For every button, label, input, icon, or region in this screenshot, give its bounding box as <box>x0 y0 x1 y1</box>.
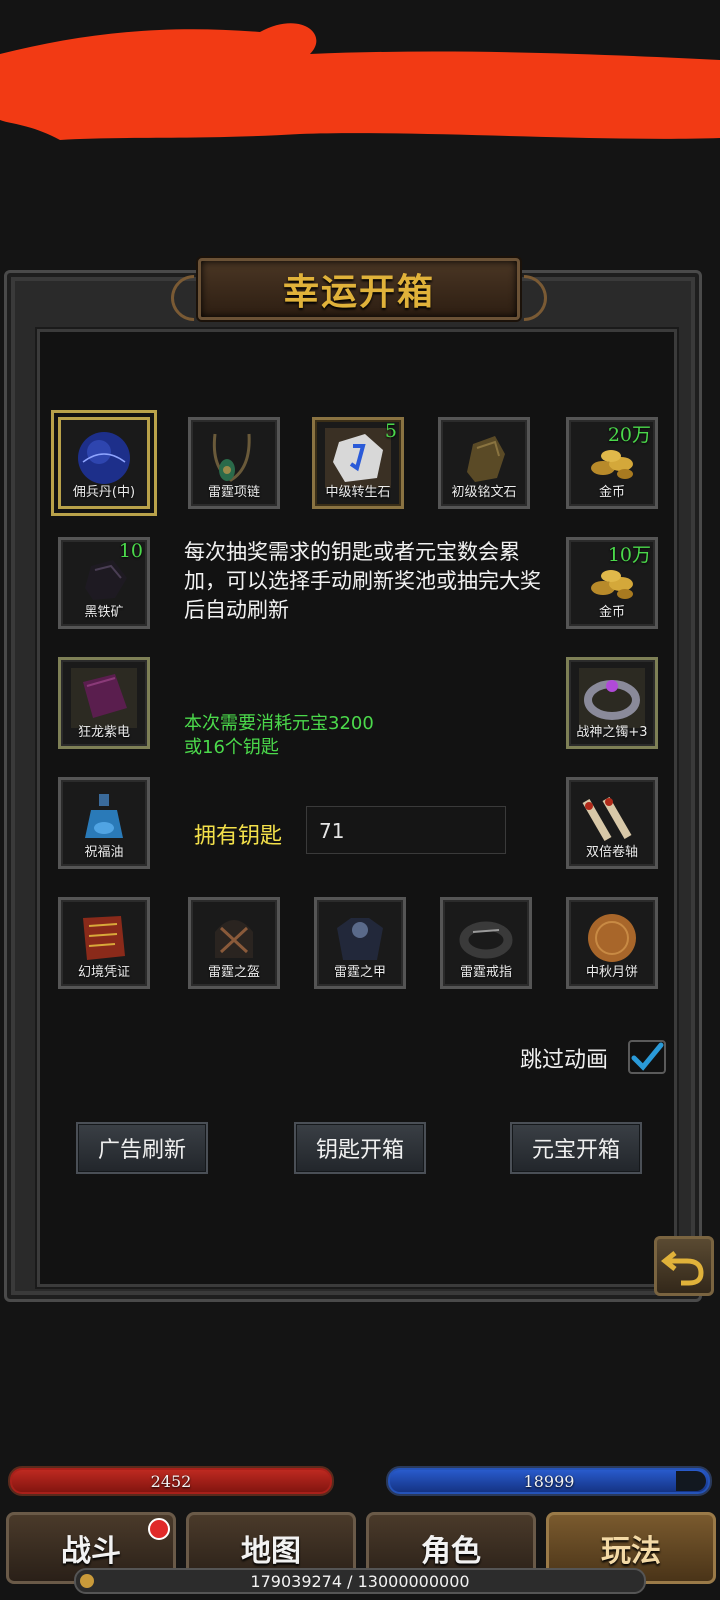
item-slot[interactable]: 20万 金币 <box>566 417 658 509</box>
item-label: 金币 <box>598 485 625 500</box>
item-label: 雷霆戒指 <box>459 965 512 980</box>
notification-dot <box>148 1518 170 1540</box>
inscription-stone-icon <box>467 436 505 482</box>
item-label: 中级转生石 <box>325 485 391 500</box>
mp-bar-empty <box>676 1471 706 1491</box>
item-slot[interactable]: 雷霆之甲 <box>314 897 406 989</box>
hp-value: 2452 <box>150 1471 192 1491</box>
item-slot[interactable]: 战神之镯+3 <box>566 657 658 749</box>
thunder-armor-icon <box>337 918 383 960</box>
war-god-bracelet-icon <box>579 668 645 728</box>
item-label: 佣兵丹(中) <box>72 485 136 500</box>
mercenary-pill-icon <box>78 432 130 484</box>
skip-animation-label: 跳过动画 <box>520 1048 609 1073</box>
item-label: 战神之镯+3 <box>576 725 648 740</box>
item-slot[interactable]: 初级铭文石 <box>438 417 530 509</box>
item-slot[interactable]: 双倍卷轴 <box>566 777 658 869</box>
back-button[interactable] <box>654 1236 714 1296</box>
mp-bar: 18999 <box>386 1466 712 1496</box>
item-count: 20万 <box>607 424 651 446</box>
double-scroll-icon <box>582 796 632 842</box>
xp-value: 179039274 / 13000000000 <box>250 1571 470 1591</box>
illusion-voucher-icon <box>83 916 125 960</box>
item-slot[interactable]: 雷霆项链 <box>188 417 280 509</box>
rebirth-stone-icon <box>325 428 391 488</box>
item-label: 双倍卷轴 <box>585 845 638 860</box>
item-slot[interactable]: 幻境凭证 <box>58 897 150 989</box>
item-label: 中秋月饼 <box>585 965 638 980</box>
xp-bar-fill <box>80 1574 94 1588</box>
ingot-open-button[interactable]: 元宝开箱 <box>510 1122 642 1174</box>
item-slot[interactable]: 狂龙紫电 <box>58 657 150 749</box>
item-slot[interactable]: 中秋月饼 <box>566 897 658 989</box>
key-count-field: 71 <box>306 806 506 854</box>
item-slot[interactable]: 佣兵丹(中) <box>58 417 150 509</box>
redaction-scribble <box>0 23 720 141</box>
item-slot[interactable]: 雷霆戒指 <box>440 897 532 989</box>
mp-value: 18999 <box>523 1471 575 1491</box>
item-label: 雷霆项链 <box>207 485 260 500</box>
thunder-helmet-icon <box>215 920 253 958</box>
item-label: 雷霆之甲 <box>333 965 386 980</box>
key-open-button[interactable]: 钥匙开箱 <box>294 1122 426 1174</box>
ad-refresh-button[interactable]: 广告刷新 <box>76 1122 208 1174</box>
item-label: 黑铁矿 <box>84 605 124 620</box>
item-count: 10 <box>118 540 143 562</box>
item-slot[interactable]: 10 黑铁矿 <box>58 537 150 629</box>
item-slot[interactable]: 雷霆之盔 <box>188 897 280 989</box>
mooncake-icon <box>588 914 636 962</box>
item-label: 祝福油 <box>84 845 124 860</box>
checkmark-icon <box>631 1042 664 1071</box>
item-label: 狂龙紫电 <box>77 725 130 740</box>
item-slot[interactable]: 祝福油 <box>58 777 150 869</box>
thunder-ring-icon <box>459 921 513 959</box>
back-arrow-icon <box>660 1251 704 1286</box>
purple-book-icon <box>71 668 137 728</box>
item-slot[interactable]: 10万 金币 <box>566 537 658 629</box>
title-plate: 幸运开箱 <box>198 258 520 320</box>
rules-text: 每次抽奖需求的钥匙或者元宝数会累加，可以选择手动刷新奖池或抽完大奖后自动刷新 <box>184 540 541 622</box>
item-slot[interactable]: 5 中级转生石 <box>312 417 404 509</box>
item-count: 5 <box>384 420 397 442</box>
key-count-label: 拥有钥匙 <box>194 824 283 849</box>
page-title: 幸运开箱 <box>282 271 435 313</box>
cost-line-2: 或16个钥匙 <box>184 737 279 758</box>
item-label: 雷霆之盔 <box>207 965 260 980</box>
hp-bar: 2452 <box>8 1466 334 1496</box>
item-label: 幻境凭证 <box>77 965 130 980</box>
cost-text: 本次需要消耗元宝3200 或16个钥匙 <box>184 712 484 760</box>
skip-animation-checkbox[interactable] <box>628 1040 666 1074</box>
cost-line-1: 本次需要消耗元宝3200 <box>184 713 374 734</box>
item-label: 金币 <box>598 605 625 620</box>
thunder-necklace-icon <box>212 433 251 482</box>
item-label: 初级铭文石 <box>451 485 517 500</box>
xp-bar: 179039274 / 13000000000 <box>74 1568 646 1594</box>
blessing-oil-icon <box>85 794 123 838</box>
item-count: 10万 <box>607 544 651 566</box>
